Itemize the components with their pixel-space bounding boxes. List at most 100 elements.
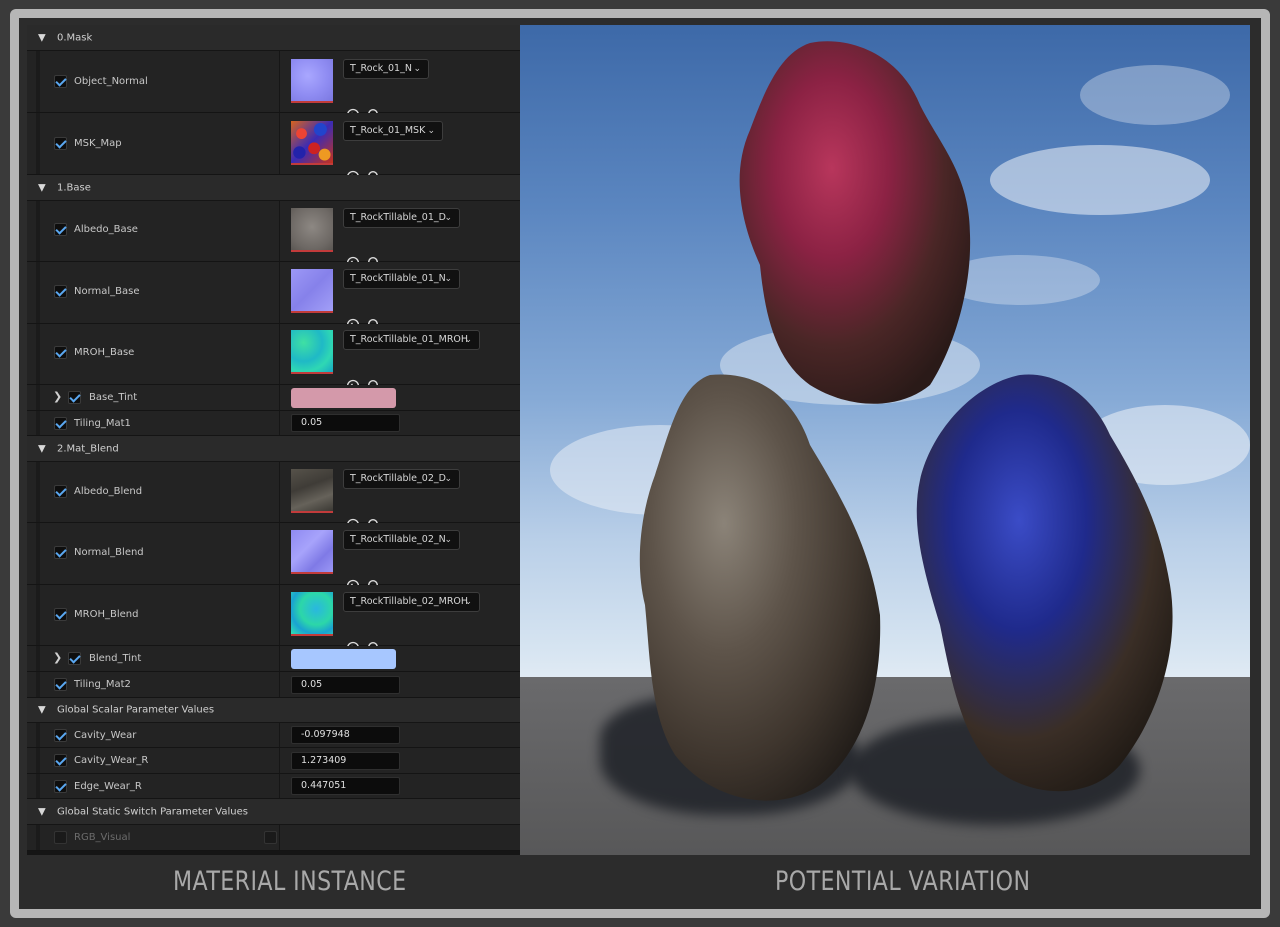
category-title: 1.Base [57,182,91,193]
texture-thumbnail[interactable] [291,208,333,252]
row-gutter [36,385,40,410]
texture-picker[interactable]: T_Rock_01_MSK ⌄ [343,121,443,141]
chevron-right-icon[interactable]: ❯ [53,651,62,664]
chevron-down-icon: ⌄ [444,213,452,223]
collapse-icon[interactable]: ▼ [38,32,46,43]
color-swatch[interactable] [291,388,396,408]
collapse-icon[interactable]: ▼ [38,182,46,193]
chevron-down-icon: ⌄ [427,126,435,136]
texture-picker[interactable]: T_RockTillable_01_D ⌄ [343,208,460,228]
param-label: Edge_Wear_R [74,781,142,792]
collapse-icon[interactable]: ▼ [38,443,46,454]
param-label: Normal_Base [74,286,140,297]
row-gutter [36,723,40,747]
numeric-input[interactable]: 0.05 [291,676,400,694]
row-gutter [36,51,40,112]
chevron-down-icon: ⌄ [444,274,452,284]
param-label: Object_Normal [74,76,148,87]
param-row-mroh-blend: MROH_Blend T_RockTillable_02_MROH ⌄ [27,585,520,655]
row-gutter [36,523,40,584]
override-checkbox[interactable] [54,417,67,430]
collapse-icon[interactable]: ▼ [38,705,46,716]
chevron-down-icon: ⌄ [464,335,472,345]
override-checkbox[interactable] [54,754,67,767]
column-divider[interactable] [279,113,280,174]
texture-picker-value: T_RockTillable_01_N [350,273,446,284]
numeric-input[interactable]: 0.05 [291,414,400,432]
override-checkbox[interactable] [54,285,67,298]
switch-value-checkbox[interactable] [264,831,277,844]
override-checkbox[interactable] [54,485,67,498]
rock-gray [639,374,881,801]
override-checkbox[interactable] [54,75,67,88]
collapse-icon[interactable]: ▼ [38,806,46,817]
param-row-tiling-mat2: Tiling_Mat2 0.05 [27,672,520,698]
column-divider[interactable] [279,646,280,671]
chevron-down-icon: ⌄ [413,64,421,74]
override-checkbox[interactable] [54,546,67,559]
texture-thumbnail[interactable] [291,121,333,165]
category-base[interactable]: ▼ 1.Base [27,175,520,201]
texture-picker[interactable]: T_RockTillable_01_N ⌄ [343,269,460,289]
override-checkbox[interactable] [54,729,67,742]
column-divider[interactable] [279,748,280,773]
texture-picker-value: T_RockTillable_02_D [350,473,446,484]
column-divider[interactable] [279,324,280,384]
texture-picker[interactable]: T_RockTillable_01_MROH ⌄ [343,330,480,350]
numeric-input[interactable]: -0.097948 [291,726,400,744]
numeric-input[interactable]: 1.273409 [291,752,400,770]
category-global-static-switch[interactable]: ▼ Global Static Switch Parameter Values [27,799,520,825]
column-divider[interactable] [279,51,280,112]
row-gutter [36,748,40,773]
row-gutter [36,774,40,798]
column-divider[interactable] [279,523,280,584]
param-label: MROH_Blend [74,609,139,620]
override-checkbox[interactable] [54,137,67,150]
override-checkbox[interactable] [54,346,67,359]
override-checkbox[interactable] [54,831,67,844]
param-row-object-normal: Object_Normal T_Rock_01_N ⌄ [27,51,520,122]
override-checkbox[interactable] [54,678,67,691]
column-divider[interactable] [279,672,280,697]
chevron-down-icon: ⌄ [444,535,452,545]
override-checkbox[interactable] [54,223,67,236]
texture-thumbnail[interactable] [291,592,333,636]
row-gutter [36,585,40,645]
override-checkbox[interactable] [54,608,67,621]
param-label: Cavity_Wear [74,730,137,741]
column-divider[interactable] [279,262,280,323]
texture-picker-value: T_RockTillable_02_N [350,534,446,545]
texture-thumbnail[interactable] [291,330,333,374]
override-checkbox[interactable] [54,780,67,793]
color-swatch[interactable] [291,649,396,669]
override-checkbox[interactable] [68,652,81,665]
param-row-cavity-wear-r: Cavity_Wear_R 1.273409 [27,748,520,774]
row-gutter [36,262,40,323]
column-divider[interactable] [279,411,280,435]
chevron-right-icon[interactable]: ❯ [53,390,62,403]
column-divider[interactable] [279,585,280,645]
category-global-scalar[interactable]: ▼ Global Scalar Parameter Values [27,698,520,723]
param-label: Tiling_Mat1 [74,418,131,429]
category-mat-blend[interactable]: ▼ 2.Mat_Blend [27,436,520,462]
category-mask[interactable]: ▼ 0.Mask [27,25,520,51]
column-divider[interactable] [279,462,280,522]
column-divider[interactable] [279,201,280,261]
texture-picker[interactable]: T_RockTillable_02_MROH ⌄ [343,592,480,612]
viewport-preview[interactable] [520,25,1250,855]
texture-thumbnail[interactable] [291,59,333,103]
column-divider[interactable] [279,774,280,798]
column-divider[interactable] [279,825,280,850]
texture-thumbnail[interactable] [291,269,333,313]
column-divider[interactable] [279,385,280,410]
row-gutter [36,825,40,850]
texture-picker[interactable]: T_Rock_01_N ⌄ [343,59,429,79]
texture-thumbnail[interactable] [291,469,333,513]
column-divider[interactable] [279,723,280,747]
texture-picker[interactable]: T_RockTillable_02_N ⌄ [343,530,460,550]
override-checkbox[interactable] [68,391,81,404]
param-label: Normal_Blend [74,547,144,558]
texture-picker[interactable]: T_RockTillable_02_D ⌄ [343,469,460,489]
numeric-input[interactable]: 0.447051 [291,777,400,795]
texture-thumbnail[interactable] [291,530,333,574]
